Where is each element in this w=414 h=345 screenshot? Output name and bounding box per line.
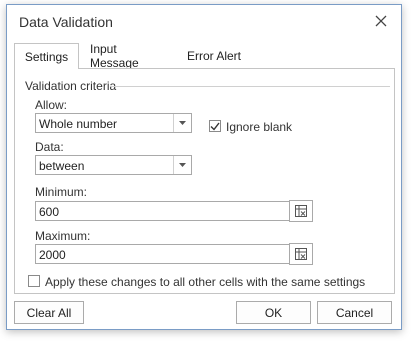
data-validation-dialog: Data Validation Settings Input Message E… bbox=[6, 4, 402, 330]
data-dropdown-button[interactable] bbox=[173, 156, 191, 174]
tab-error-alert[interactable]: Error Alert bbox=[177, 43, 251, 68]
maximum-input[interactable]: 2000 bbox=[35, 244, 291, 264]
maximum-value: 2000 bbox=[39, 248, 66, 262]
maximum-label: Maximum: bbox=[35, 229, 91, 243]
chevron-down-icon bbox=[179, 121, 186, 125]
group-divider bbox=[111, 86, 390, 87]
apply-all-checkbox[interactable] bbox=[28, 275, 40, 287]
minimum-label: Minimum: bbox=[35, 185, 88, 199]
data-value: between bbox=[39, 159, 85, 173]
checkmark-icon bbox=[210, 122, 220, 131]
range-picker-icon bbox=[295, 248, 307, 260]
cancel-button[interactable]: Cancel bbox=[317, 301, 392, 324]
tab-input-message[interactable]: Input Message bbox=[84, 42, 174, 70]
close-icon bbox=[375, 15, 387, 27]
minimum-input[interactable]: 600 bbox=[35, 201, 291, 221]
maximum-picker-wrap bbox=[289, 243, 313, 265]
settings-panel: Validation criteria Allow: Whole number … bbox=[14, 68, 395, 294]
ok-button[interactable]: OK bbox=[236, 301, 311, 324]
allow-dropdown-button[interactable] bbox=[173, 114, 191, 132]
allow-value: Whole number bbox=[39, 117, 118, 131]
allow-label: Allow: bbox=[35, 98, 68, 112]
allow-dropdown[interactable]: Whole number bbox=[35, 113, 192, 133]
group-label: Validation criteria bbox=[25, 79, 117, 93]
clear-all-button[interactable]: Clear All bbox=[14, 301, 84, 324]
close-button[interactable] bbox=[371, 11, 391, 31]
chevron-down-icon bbox=[179, 163, 186, 167]
apply-all-label: Apply these changes to all other cells w… bbox=[45, 275, 366, 289]
maximum-picker-button[interactable] bbox=[289, 243, 313, 265]
minimum-value: 600 bbox=[39, 205, 60, 219]
minimum-picker-button[interactable] bbox=[289, 200, 313, 222]
data-dropdown[interactable]: between bbox=[35, 155, 192, 175]
ignore-blank-checkbox[interactable] bbox=[209, 120, 221, 132]
dialog-title: Data Validation bbox=[19, 14, 113, 30]
ignore-blank-label: Ignore blank bbox=[226, 120, 293, 134]
range-picker-icon bbox=[295, 205, 307, 217]
tab-settings[interactable]: Settings bbox=[14, 43, 79, 69]
minimum-picker-wrap bbox=[289, 200, 313, 222]
data-label: Data: bbox=[35, 140, 64, 154]
